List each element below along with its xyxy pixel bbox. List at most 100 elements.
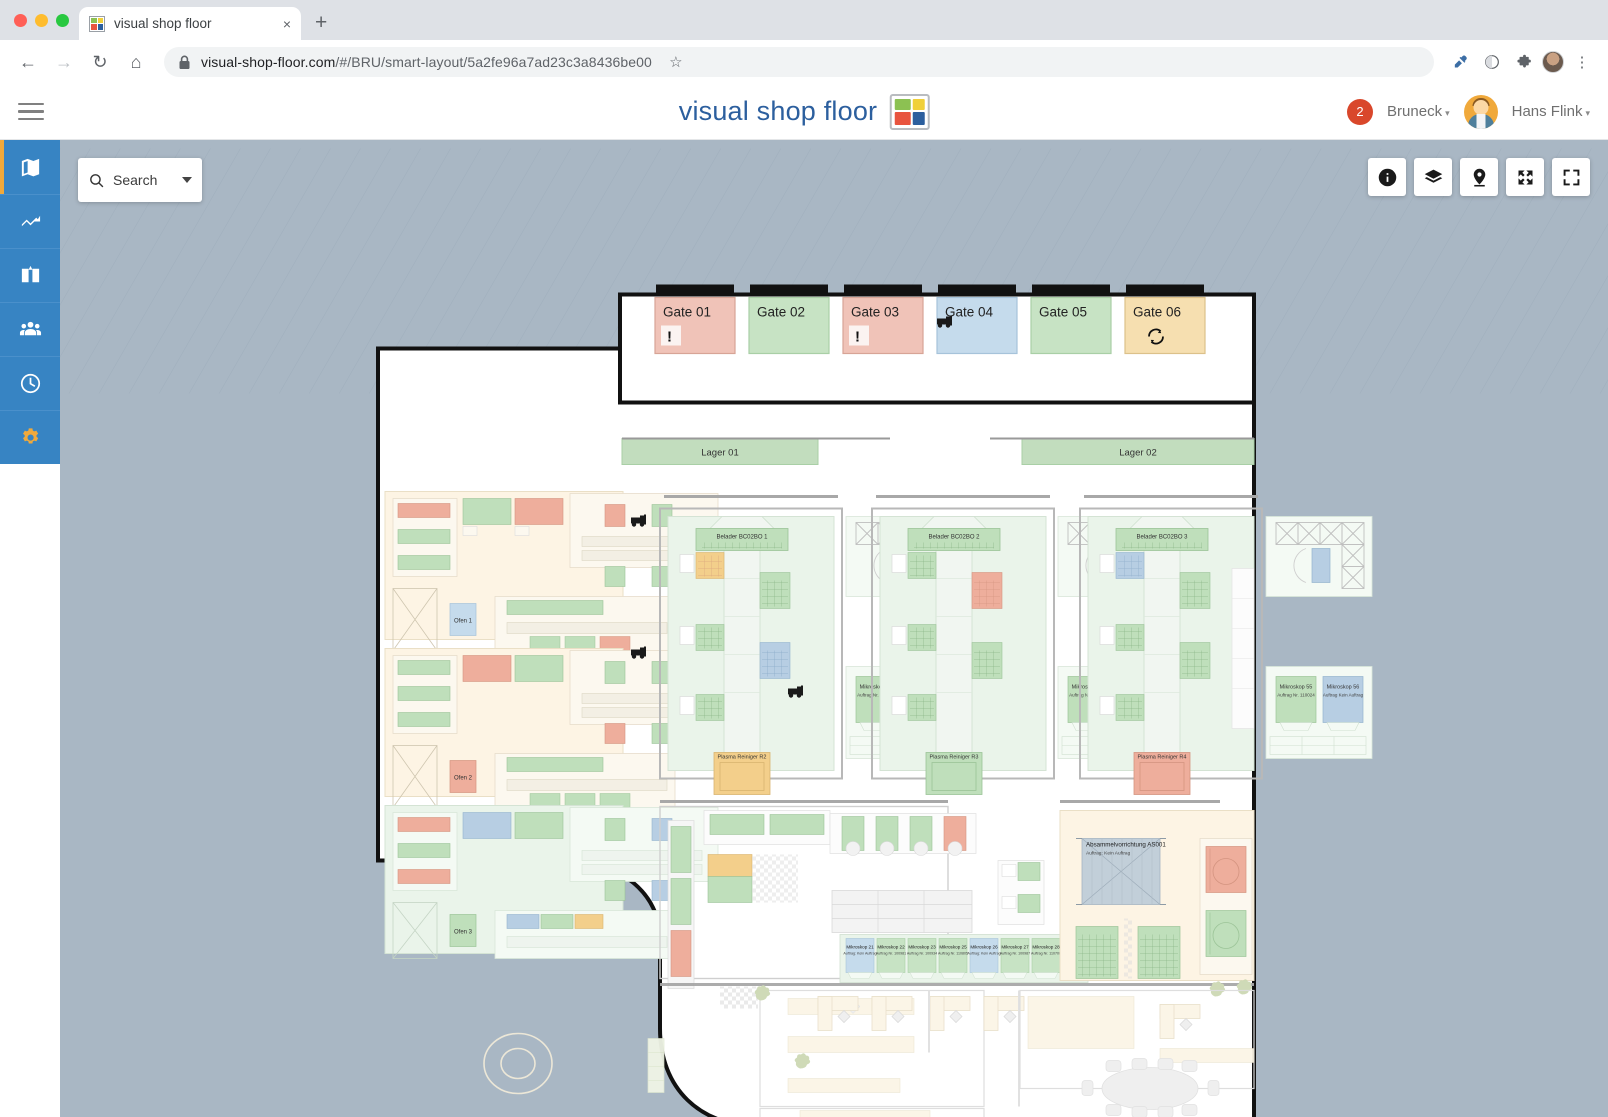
expand-arrows-icon <box>1518 170 1532 184</box>
oven-label-3: Ofen 3 <box>454 930 473 936</box>
minimize-window-button[interactable] <box>35 13 48 27</box>
microscope-label: Mikroskop 55 <box>1280 685 1313 691</box>
svg-text:Mikroskop 25: Mikroskop 25 <box>939 945 967 950</box>
sidebar-item-people[interactable] <box>0 302 60 356</box>
lock-icon <box>179 55 190 69</box>
forward-button[interactable]: → <box>48 46 80 78</box>
app-logo-icon <box>889 93 930 130</box>
avatar[interactable] <box>1463 94 1498 129</box>
svg-text:Mikroskop 28: Mikroskop 28 <box>1032 945 1060 950</box>
app-header: visual shop floor 2 Bruneck ▾ Hans Flink ▾ <box>0 84 1608 140</box>
sidebar-item-history[interactable] <box>0 356 60 410</box>
layers-icon <box>1424 169 1442 183</box>
plasma-label-2: Plasma Reiniger R3 <box>930 755 979 761</box>
svg-text:Mikroskop 27: Mikroskop 27 <box>1001 945 1029 950</box>
plasma-label-1: Plasma Reiniger R2 <box>718 755 767 761</box>
notification-badge[interactable]: 2 <box>1347 98 1374 125</box>
chrome-profile-avatar[interactable] <box>1542 51 1564 73</box>
search-label: Search <box>113 172 158 188</box>
svg-text:Mikroskop 26: Mikroskop 26 <box>970 945 998 950</box>
microscope-order: Auftrag Kein Auftrag <box>1323 693 1364 698</box>
browser-window: visual shop floor × + ← → ↻ ⌂ visual-sho… <box>0 0 1608 1117</box>
reload-button[interactable]: ↻ <box>84 46 116 78</box>
sidebar-item-inventory[interactable] <box>0 248 60 302</box>
gate-alert-icon: ! <box>667 329 672 346</box>
microscope-station: Mikroskop 25 Auftrag Nr. 110805 <box>938 938 968 979</box>
expand-button[interactable] <box>1506 158 1544 196</box>
gate-label-5: Gate 05 <box>1039 305 1087 320</box>
close-tab-icon[interactable]: × <box>283 16 291 32</box>
chevron-down-icon: ▾ <box>1445 108 1450 118</box>
assembly-subtitle: Auftrag: Kein Auftrag <box>1086 851 1131 857</box>
microscope-order: Auftrag Nr. 110024 <box>1277 693 1315 698</box>
trend-up-icon <box>21 215 40 227</box>
microscope-station: Mikroskop 22 Auftrag Nr. 100981 <box>876 938 906 979</box>
site-selector[interactable]: Bruneck ▾ <box>1387 103 1450 120</box>
body: Search Gate 01 ! Gate 02 Gate 03 ! Gate … <box>0 140 1608 1117</box>
svg-text:Auftrag Nr. 110708: Auftrag Nr. 110708 <box>1031 952 1061 956</box>
gate-label-6: Gate 06 <box>1133 305 1181 320</box>
user-menu[interactable]: Hans Flink ▾ <box>1512 103 1590 120</box>
window-controls[interactable] <box>12 0 79 40</box>
omnibox-bar: ← → ↻ ⌂ visual-shop-floor.com/#/BRU/smar… <box>0 40 1608 84</box>
map-icon <box>21 158 39 176</box>
search-icon <box>90 173 104 187</box>
sidebar-item-settings[interactable] <box>0 410 60 464</box>
sidebar-item-analytics[interactable] <box>0 194 60 248</box>
svg-text:Auftrag: Kein Auftrag: Auftrag: Kein Auftrag <box>967 952 1000 956</box>
extensions-puzzle-icon[interactable] <box>1510 48 1538 76</box>
sidebar-filler <box>0 464 60 1117</box>
search-input[interactable]: Search <box>78 158 202 202</box>
floor-plan[interactable]: Gate 01 ! Gate 02 Gate 03 ! Gate 04 Gate… <box>60 140 1608 1117</box>
brand: visual shop floor <box>678 93 930 130</box>
microscope-station: Mikroskop 23 Auftrag Nr. 100934 <box>907 938 937 979</box>
book-icon <box>21 265 39 283</box>
location-button[interactable] <box>1460 158 1498 196</box>
microscope-row[interactable]: Mikroskop 21 Auftrag: Kein Auftrag Mikro… <box>839 934 1090 983</box>
sidebar <box>0 140 60 1117</box>
browser-tab[interactable]: visual shop floor × <box>79 7 301 40</box>
site-label: Bruneck <box>1387 103 1443 120</box>
bookmark-star-icon[interactable]: ☆ <box>662 48 690 76</box>
storage-label-2: Lager 02 <box>1119 448 1157 459</box>
fullscreen-button[interactable] <box>1552 158 1590 196</box>
assembly-title: Absammelvorrichtung AS001 <box>1086 842 1166 849</box>
sidebar-item-map[interactable] <box>0 140 60 194</box>
clock-icon <box>20 373 40 394</box>
favicon-icon <box>89 15 105 32</box>
close-window-button[interactable] <box>14 13 27 27</box>
page-title: visual shop floor <box>678 96 878 126</box>
url-domain: visual-shop-floor.com <box>201 54 336 70</box>
svg-text:Mikroskop 21: Mikroskop 21 <box>846 945 874 950</box>
microscope-station: Mikroskop 21 Auftrag: Kein Auftrag <box>843 938 877 979</box>
loader-label-2: Belader BC02BO 2 <box>928 535 980 541</box>
location-pin-icon <box>1473 168 1485 187</box>
url-path: /#/BRU/smart-layout/5a2fe96a7ad23c3a8436… <box>335 54 652 70</box>
oven-label-1: Ofen 1 <box>454 619 473 625</box>
plasma-label-3: Plasma Reiniger R4 <box>1138 755 1187 761</box>
oven-label-2: Ofen 2 <box>454 776 473 782</box>
svg-text:Mikroskop 22: Mikroskop 22 <box>877 945 905 950</box>
chrome-menu-icon[interactable]: ⋮ <box>1568 48 1596 76</box>
maximize-window-button[interactable] <box>56 13 69 27</box>
chevron-down-icon[interactable] <box>182 177 192 183</box>
back-button[interactable]: ← <box>12 46 44 78</box>
home-button[interactable]: ⌂ <box>120 46 152 78</box>
svg-text:Mikroskop 23: Mikroskop 23 <box>908 945 936 950</box>
eyedropper-icon[interactable] <box>1446 48 1474 76</box>
layers-button[interactable] <box>1414 158 1452 196</box>
address-bar[interactable]: visual-shop-floor.com/#/BRU/smart-layout… <box>164 47 1434 77</box>
svg-text:Auftrag Nr. 100934: Auftrag Nr. 100934 <box>907 952 937 956</box>
floor-plan-canvas[interactable]: Search Gate 01 ! Gate 02 Gate 03 ! Gate … <box>60 140 1608 1117</box>
new-tab-button[interactable]: + <box>315 11 327 35</box>
cookie-icon[interactable] <box>1478 48 1506 76</box>
info-button[interactable] <box>1368 158 1406 196</box>
microscope-station: Mikroskop 27 Auftrag Nr. 100987 <box>1000 938 1030 979</box>
gate-label-2: Gate 02 <box>757 305 805 320</box>
hamburger-menu-icon[interactable] <box>18 102 44 121</box>
fullscreen-icon <box>1563 169 1579 185</box>
info-icon <box>1378 168 1396 186</box>
gate-alert-icon: ! <box>855 329 860 346</box>
microscope-station: Mikroskop 26 Auftrag: Kein Auftrag <box>967 938 1001 979</box>
floor-plan-svg[interactable]: Gate 01 ! Gate 02 Gate 03 ! Gate 04 Gate… <box>60 140 1608 1117</box>
